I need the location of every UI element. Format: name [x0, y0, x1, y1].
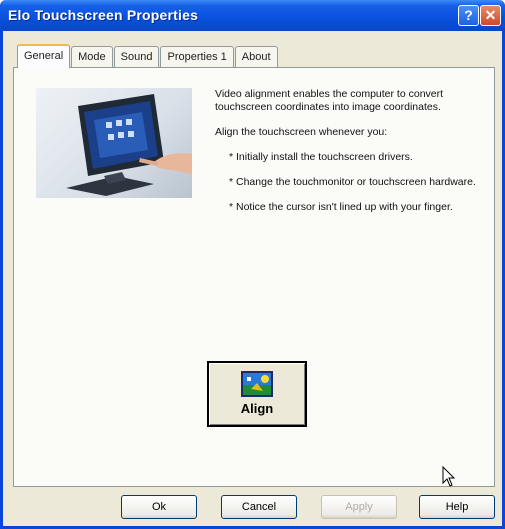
- mouse-pointer-icon: [442, 466, 456, 487]
- align-icon: [241, 371, 273, 397]
- tab-strip: General Mode Sound Properties 1 About: [17, 44, 279, 68]
- general-tab-panel: Video alignment enables the computer to …: [13, 67, 495, 487]
- tab-mode[interactable]: Mode: [71, 46, 113, 68]
- properties-dialog: Elo Touchscreen Properties ? ✕ General M…: [0, 0, 505, 529]
- bullet-cursor-misaligned: * Notice the cursor isn't lined up with …: [229, 201, 453, 213]
- tab-sound[interactable]: Sound: [113, 46, 160, 68]
- ok-button[interactable]: Ok: [121, 495, 197, 519]
- tab-properties-1[interactable]: Properties 1: [160, 46, 234, 68]
- help-button[interactable]: Help: [419, 495, 495, 519]
- touchmonitor-photo: [36, 88, 192, 198]
- tab-general[interactable]: General: [17, 44, 71, 68]
- help-title-button[interactable]: ?: [458, 5, 479, 26]
- title-bar[interactable]: Elo Touchscreen Properties ? ✕: [0, 0, 505, 31]
- window-title: Elo Touchscreen Properties: [8, 7, 199, 23]
- apply-button[interactable]: Apply: [321, 495, 397, 519]
- align-whenever-text: Align the touchscreen whenever you:: [215, 126, 388, 138]
- bullet-change-hardware: * Change the touchmonitor or touchscreen…: [229, 176, 476, 188]
- align-button[interactable]: Align: [207, 361, 307, 427]
- align-button-label: Align: [240, 401, 274, 416]
- dialog-button-row: Ok Cancel Apply Help: [3, 495, 505, 525]
- bullet-install-drivers: * Initially install the touchscreen driv…: [229, 151, 413, 163]
- alignment-description: Video alignment enables the computer to …: [215, 88, 477, 226]
- intro-text: Video alignment enables the computer to …: [215, 88, 444, 113]
- close-icon[interactable]: ✕: [480, 5, 501, 26]
- touchmonitor-image: [66, 94, 192, 196]
- tab-about[interactable]: About: [234, 46, 278, 68]
- cancel-button[interactable]: Cancel: [221, 495, 297, 519]
